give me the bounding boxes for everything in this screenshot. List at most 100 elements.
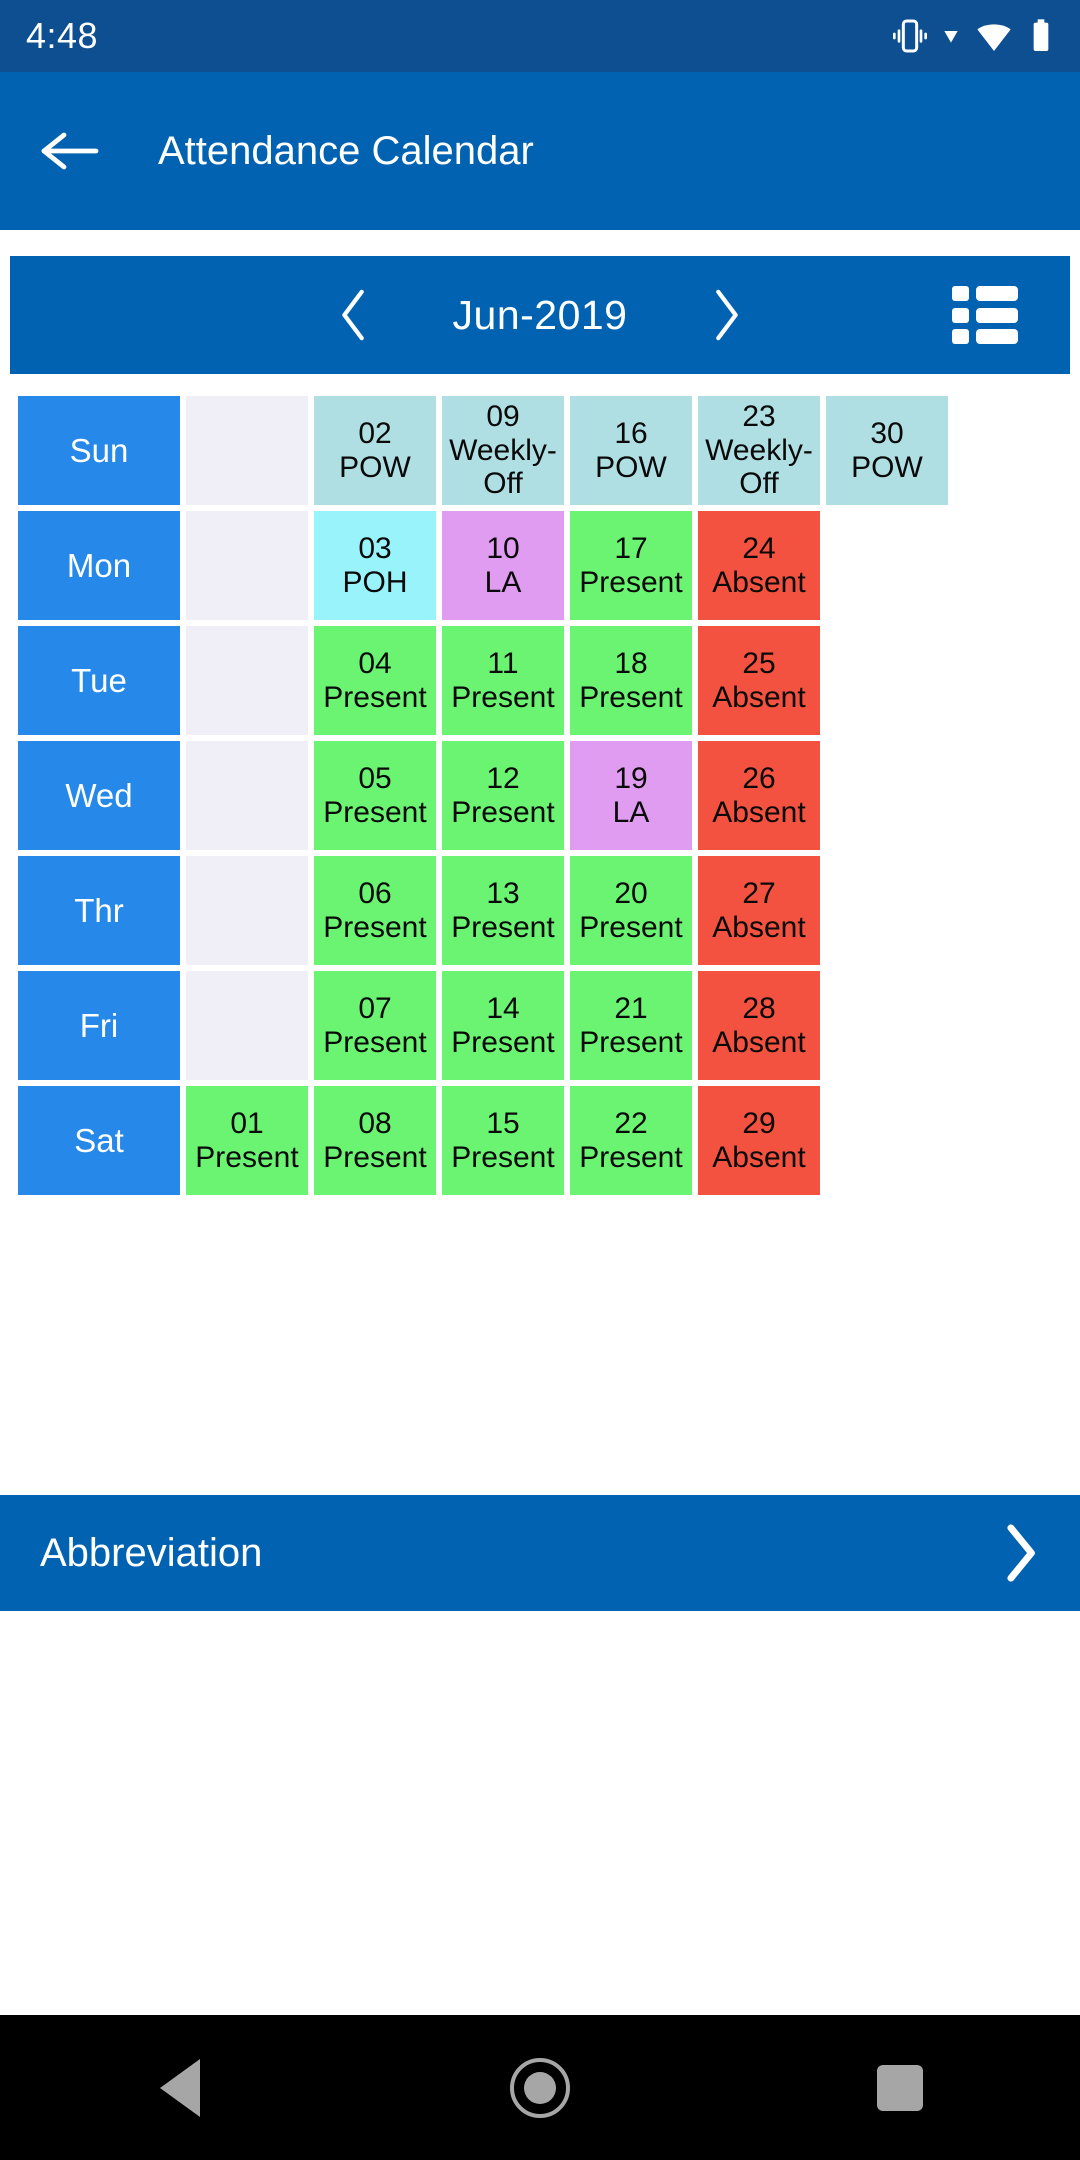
calendar-day-number: 13 — [486, 876, 520, 910]
calendar-day-number: 23 — [742, 399, 776, 433]
calendar-day-status: Present — [451, 795, 555, 829]
calendar-day-status: Weekly-Off — [449, 433, 557, 501]
calendar-day-status: Present — [323, 1140, 427, 1174]
calendar-day-cell[interactable]: 01 Present — [186, 1086, 308, 1195]
status-time: 4:48 — [26, 15, 99, 56]
calendar-day-status: Present — [579, 1025, 683, 1059]
calendar-day-number: 30 — [870, 416, 904, 450]
page-title: Attendance Calendar — [158, 128, 534, 173]
calendar-day-status: POW — [595, 450, 667, 484]
recents-square-icon — [877, 2064, 923, 2111]
calendar-day-status: Present — [579, 565, 683, 599]
calendar-day-number: 06 — [358, 876, 392, 910]
calendar-day-cell[interactable]: 05 Present — [314, 741, 436, 850]
day-label-mon: Mon — [18, 511, 180, 620]
list-view-icon — [952, 286, 1018, 301]
nav-back-button[interactable] — [105, 2015, 255, 2160]
calendar-day-number: 17 — [614, 531, 648, 565]
calendar-day-number: 16 — [614, 416, 648, 450]
calendar-day-number: 10 — [486, 531, 520, 565]
day-label-sat: Sat — [18, 1086, 180, 1195]
calendar-day-status: Absent — [712, 565, 806, 599]
attendance-calendar-grid[interactable]: Sun 02 POW 09 Weekly-Off 16 POW 23 Weekly-Off 30 P… — [0, 396, 1080, 1195]
calendar-day-cell[interactable]: 10 LA — [442, 511, 564, 620]
nav-home-button[interactable] — [465, 2015, 615, 2160]
calendar-day-cell[interactable]: 30 POW — [826, 396, 948, 505]
calendar-day-cell[interactable]: 17 Present — [570, 511, 692, 620]
calendar-day-cell[interactable]: 09 Weekly-Off — [442, 396, 564, 505]
calendar-day-number: 27 — [742, 876, 776, 910]
calendar-day-cell[interactable]: 08 Present — [314, 1086, 436, 1195]
calendar-empty-cell — [186, 856, 308, 965]
calendar-day-cell[interactable]: 23 Weekly-Off — [698, 396, 820, 505]
calendar-day-cell[interactable]: 02 POW — [314, 396, 436, 505]
back-triangle-icon — [160, 2058, 200, 2117]
calendar-day-cell[interactable]: 28 Absent — [698, 971, 820, 1080]
calendar-day-cell[interactable]: 11 Present — [442, 626, 564, 735]
day-label-thr: Thr — [18, 856, 180, 965]
calendar-day-status: Present — [451, 910, 555, 944]
prev-month-button[interactable] — [331, 286, 377, 344]
calendar-day-cell[interactable]: 24 Absent — [698, 511, 820, 620]
abbreviation-bar[interactable]: Abbreviation — [0, 1495, 1080, 1611]
calendar-day-number: 11 — [487, 646, 519, 680]
list-row-square — [952, 286, 969, 301]
day-label-wed: Wed — [18, 741, 180, 850]
calendar-day-cell[interactable]: 03 POH — [314, 511, 436, 620]
list-row-bar — [976, 307, 1018, 323]
day-label-sun: Sun — [18, 396, 180, 505]
calendar-day-cell[interactable]: 07 Present — [314, 971, 436, 1080]
app-bar: Attendance Calendar — [0, 72, 1080, 230]
calendar-day-cell[interactable]: 16 POW — [570, 396, 692, 505]
calendar-day-number: 21 — [614, 991, 648, 1025]
calendar-day-cell[interactable]: 20 Present — [570, 856, 692, 965]
calendar-day-status: Present — [323, 910, 427, 944]
calendar-day-number: 05 — [358, 761, 392, 795]
calendar-day-number: 26 — [742, 761, 776, 795]
calendar-day-cell[interactable]: 19 LA — [570, 741, 692, 850]
calendar-day-status: POH — [342, 565, 408, 599]
calendar-day-status: LA — [484, 565, 522, 599]
calendar-day-status: POW — [851, 450, 923, 484]
battery-icon — [1033, 19, 1049, 51]
calendar-day-cell[interactable]: 12 Present — [442, 741, 564, 850]
nav-recents-button[interactable] — [825, 2015, 975, 2160]
calendar-day-status: Absent — [712, 680, 806, 714]
calendar-day-number: 03 — [358, 531, 392, 565]
calendar-day-cell[interactable]: 22 Present — [570, 1086, 692, 1195]
calendar-day-cell[interactable]: 06 Present — [314, 856, 436, 965]
calendar-day-number: 01 — [230, 1106, 264, 1140]
calendar-day-cell[interactable]: 21 Present — [570, 971, 692, 1080]
calendar-day-status: LA — [612, 795, 650, 829]
wifi-icon — [977, 24, 1011, 51]
calendar-day-cell[interactable]: 15 Present — [442, 1086, 564, 1195]
calendar-day-status: Present — [579, 910, 683, 944]
calendar-day-cell[interactable]: 25 Absent — [698, 626, 820, 735]
day-label-fri: Fri — [18, 971, 180, 1080]
calendar-empty-cell — [186, 396, 308, 505]
calendar-day-number: 24 — [742, 531, 776, 565]
calendar-day-cell[interactable]: 26 Absent — [698, 741, 820, 850]
back-button[interactable] — [38, 119, 102, 183]
calendar-day-number: 22 — [614, 1106, 648, 1140]
calendar-day-cell[interactable]: 14 Present — [442, 971, 564, 1080]
list-row-square — [952, 307, 969, 323]
next-month-button[interactable] — [703, 286, 749, 344]
calendar-day-number: 15 — [486, 1106, 520, 1140]
calendar-empty-cell — [186, 626, 308, 735]
calendar-day-cell[interactable]: 13 Present — [442, 856, 564, 965]
month-label[interactable]: Jun-2019 — [425, 292, 655, 339]
calendar-day-number: 18 — [614, 646, 648, 680]
calendar-empty-cell — [826, 971, 948, 1080]
calendar-row-sat: Sat 01 Present 08 Present 15 Present 22 Present 2… — [18, 1086, 1080, 1195]
calendar-day-cell[interactable]: 27 Absent — [698, 856, 820, 965]
list-view-button[interactable] — [952, 286, 1018, 344]
calendar-row-thr: Thr 06 Present 13 Present 20 Present 27 Absent — [18, 856, 1080, 965]
list-view-icon-row-2 — [952, 307, 1018, 323]
calendar-day-number: 20 — [614, 876, 648, 910]
calendar-day-cell[interactable]: 04 Present — [314, 626, 436, 735]
calendar-empty-cell — [826, 511, 948, 620]
month-navigation-bar: Jun-2019 — [10, 256, 1070, 374]
calendar-day-cell[interactable]: 18 Present — [570, 626, 692, 735]
calendar-day-cell[interactable]: 29 Absent — [698, 1086, 820, 1195]
